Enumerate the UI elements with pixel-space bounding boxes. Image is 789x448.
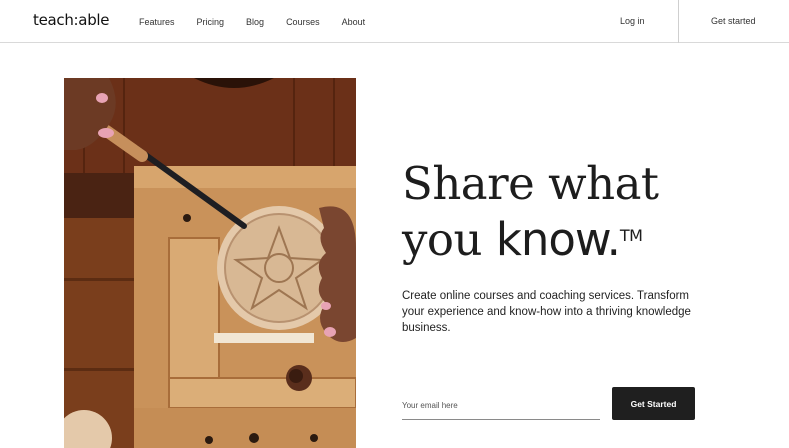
nav-link-courses[interactable]: Courses: [286, 17, 320, 27]
nav-link-features[interactable]: Features: [139, 17, 175, 27]
headline-line-2-bold: know.: [495, 213, 621, 266]
nav-links: Features Pricing Blog Courses About: [139, 17, 387, 27]
login-link[interactable]: Log in: [620, 16, 645, 26]
get-started-button[interactable]: Get Started: [612, 387, 695, 420]
hero-headline: Share what you know.TM: [402, 156, 659, 268]
nav-divider: [678, 0, 679, 43]
nav-link-pricing[interactable]: Pricing: [197, 17, 225, 27]
hero-subtext: Create online courses and coaching servi…: [402, 290, 691, 334]
wood-carving-illustration: [64, 78, 356, 448]
headline-line-2-light: you: [402, 213, 496, 266]
nav-link-blog[interactable]: Blog: [246, 17, 264, 27]
nav-get-started-link[interactable]: Get started: [711, 16, 756, 26]
headline-line-1: Share what: [402, 157, 659, 210]
hero-image: [64, 78, 356, 448]
logo[interactable]: teach:able: [33, 11, 110, 29]
nav-link-about[interactable]: About: [342, 17, 366, 27]
trademark-mark: TM: [619, 226, 643, 245]
top-nav: teach:able Features Pricing Blog Courses…: [0, 0, 789, 43]
email-field[interactable]: [402, 392, 600, 420]
